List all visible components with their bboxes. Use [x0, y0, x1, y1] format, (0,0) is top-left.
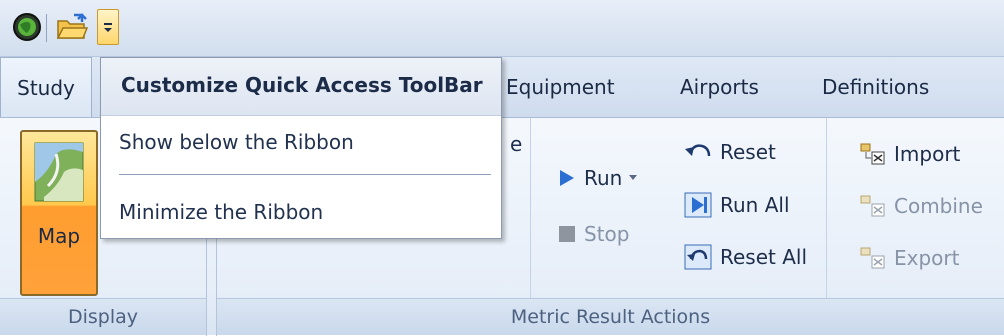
combine-icon — [860, 195, 885, 217]
tab-definitions[interactable]: Definitions — [822, 57, 929, 117]
reset-button[interactable]: Reset — [684, 140, 776, 164]
run-all-icon — [684, 192, 712, 218]
export-icon — [860, 247, 885, 269]
import-button[interactable]: Import — [860, 142, 960, 166]
play-icon — [560, 170, 574, 186]
map-icon — [34, 142, 84, 202]
import-icon — [860, 143, 885, 165]
menu-header: Customize Quick Access ToolBar — [101, 58, 501, 116]
chevron-down-icon — [629, 175, 638, 180]
menu-title: Customize Quick Access ToolBar — [121, 73, 483, 97]
open-folder-icon[interactable] — [54, 10, 90, 44]
undo-arrow-icon — [685, 144, 711, 157]
menu-item-minimize-ribbon[interactable]: Minimize the Ribbon — [119, 200, 323, 224]
menu-item-show-below-ribbon[interactable]: Show below the Ribbon — [119, 130, 354, 154]
combine-label: Combine — [894, 194, 983, 218]
export-button[interactable]: Export — [860, 246, 959, 270]
app-globe-icon[interactable] — [10, 10, 44, 44]
reset-all-icon — [684, 244, 712, 270]
run-label: Run — [584, 166, 623, 190]
menu-separator — [119, 174, 491, 175]
map-button[interactable]: Map — [20, 130, 98, 296]
reset-all-button[interactable]: Reset All — [684, 244, 807, 270]
stop-icon — [559, 226, 575, 242]
column-separator — [826, 118, 827, 300]
reset-label: Reset — [720, 140, 776, 164]
export-label: Export — [894, 246, 960, 270]
combine-button[interactable]: Combine — [860, 194, 983, 218]
quick-access-toolbar — [0, 0, 1004, 57]
import-label: Import — [894, 142, 961, 166]
tab-study[interactable]: Study — [0, 57, 92, 117]
customize-qat-menu: Customize Quick Access ToolBar Show belo… — [100, 57, 502, 239]
tab-airports[interactable]: Airports — [680, 57, 759, 117]
stop-button[interactable]: Stop — [558, 222, 629, 246]
run-all-button[interactable]: Run All — [684, 192, 790, 218]
column-separator — [530, 118, 531, 300]
tab-equipment[interactable]: Equipment — [506, 57, 615, 117]
toolbar-separator — [46, 14, 47, 42]
group-label-metric-result-actions: Metric Result Actions — [217, 298, 1004, 335]
run-button[interactable]: Run — [558, 166, 638, 190]
partial-button-label: e — [510, 132, 523, 156]
run-all-label: Run All — [720, 193, 790, 217]
group-label-display: Display — [0, 298, 206, 335]
stop-label: Stop — [584, 222, 630, 246]
customize-dropdown-icon[interactable] — [97, 9, 119, 45]
reset-all-label: Reset All — [720, 245, 808, 269]
map-label: Map — [37, 224, 81, 248]
